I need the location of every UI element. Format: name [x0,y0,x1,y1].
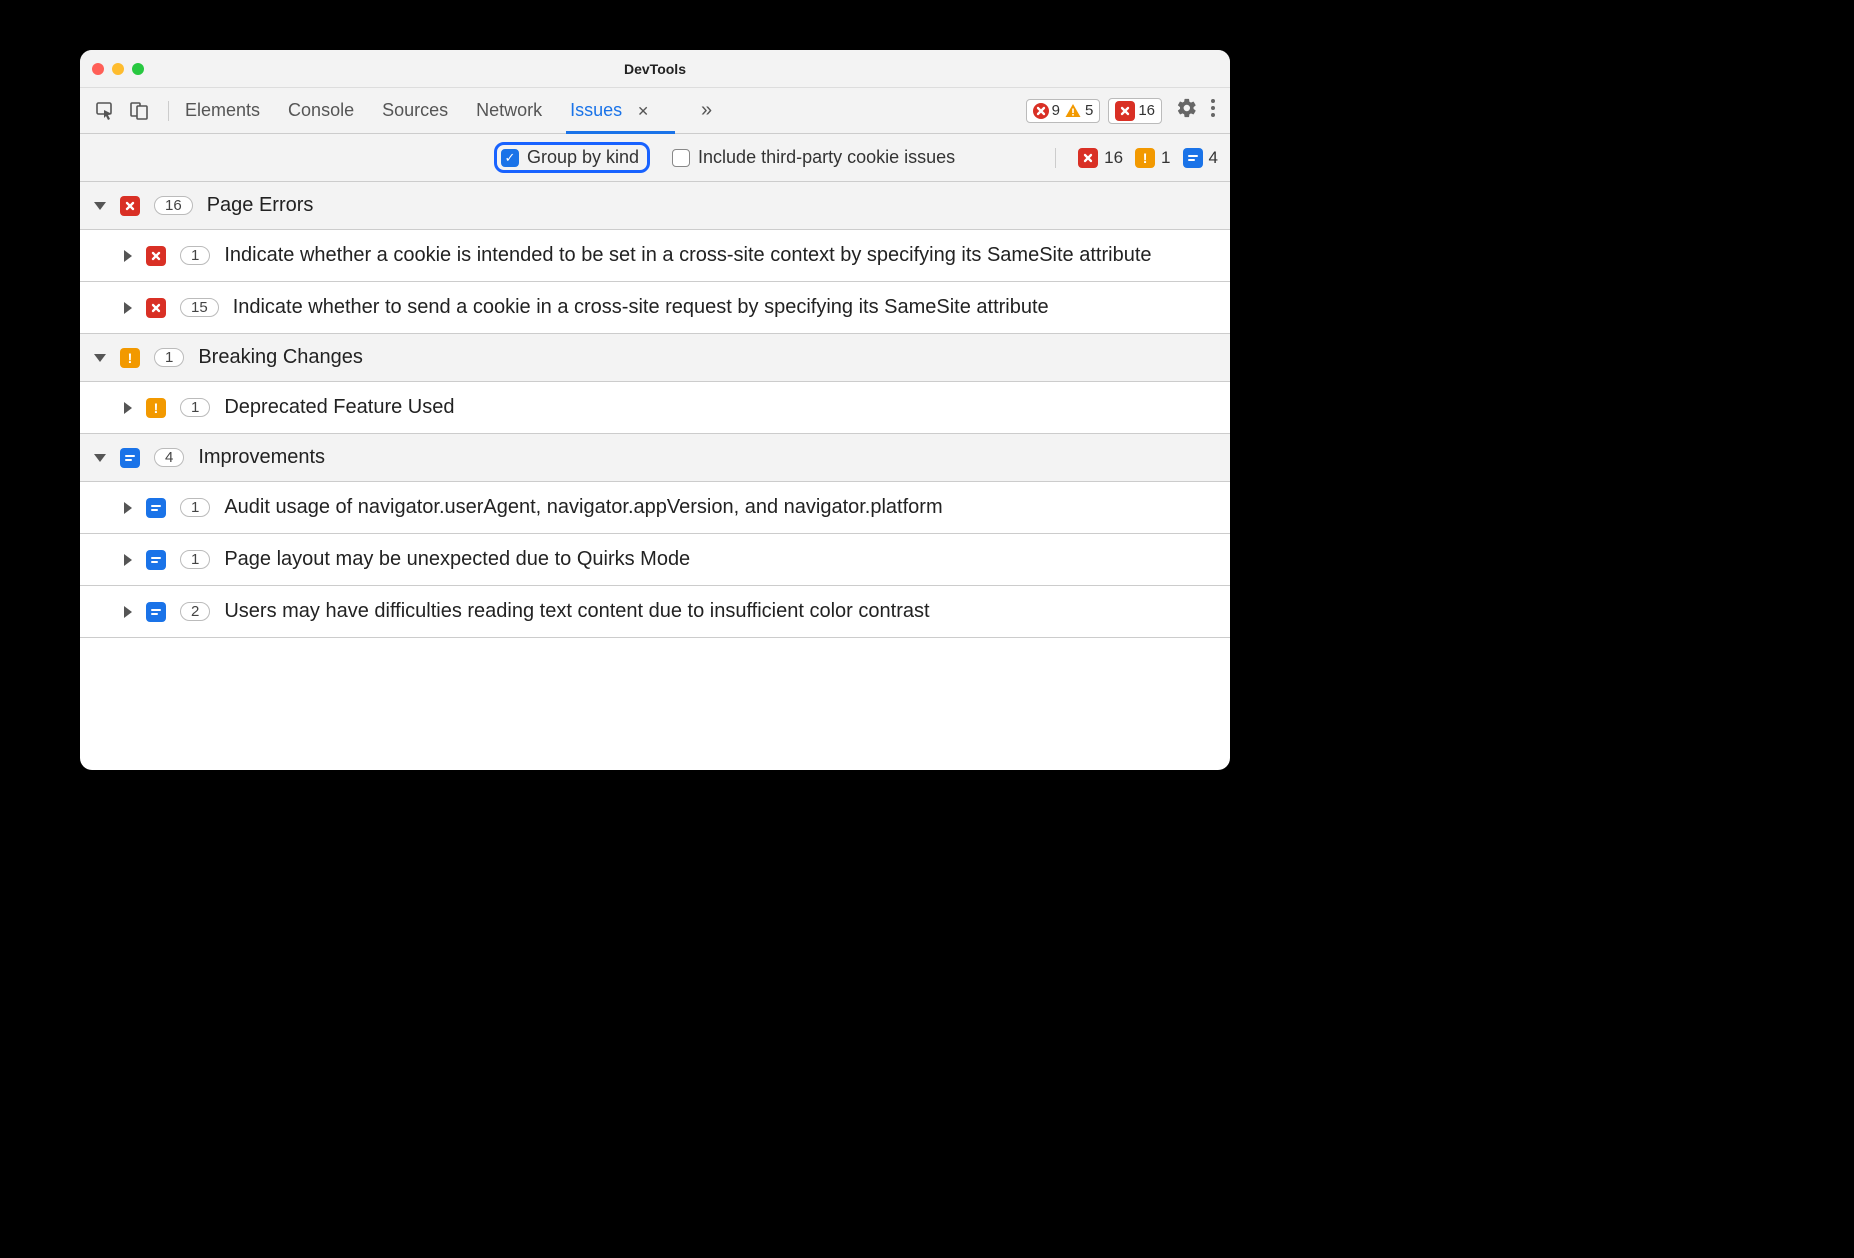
minimize-window-button[interactable] [112,63,124,75]
error-count: 9 [1052,102,1060,119]
warning-triangle-icon [1064,102,1082,120]
tab-sources[interactable]: Sources [382,90,448,131]
warning-chat-icon: ! [1135,148,1155,168]
expand-arrow-icon [124,302,132,314]
info-chat-icon [146,550,166,570]
issue-row[interactable]: 1 Page layout may be unexpected due to Q… [80,534,1230,586]
issue-row[interactable]: 15 Indicate whether to send a cookie in … [80,282,1230,334]
expand-arrow-icon [124,502,132,514]
more-tabs-icon[interactable]: » [701,99,708,122]
tab-console[interactable]: Console [288,90,354,131]
group-count: 4 [154,448,184,467]
console-status-badge[interactable]: 9 5 [1026,99,1101,123]
checkbox-checked-icon: ✓ [501,149,519,167]
filter-error-count[interactable]: 16 [1078,148,1123,168]
expand-arrow-icon [94,202,106,210]
group-title: Breaking Changes [198,346,363,369]
issues-count-badge[interactable]: 16 [1108,98,1162,124]
error-chat-icon [120,196,140,216]
error-chat-icon [146,298,166,318]
window-title: DevTools [80,61,1230,77]
expand-arrow-icon [124,606,132,618]
group-count: 1 [154,348,184,367]
expand-arrow-icon [124,554,132,566]
inspect-element-icon[interactable] [90,96,120,126]
issue-row[interactable]: 1 Audit usage of navigator.userAgent, na… [80,482,1230,534]
titlebar: DevTools [80,50,1230,88]
issue-count: 1 [180,398,210,417]
error-square-icon [1115,101,1135,121]
issue-text: Audit usage of navigator.userAgent, navi… [224,494,1216,521]
filter-warning-count[interactable]: ! 1 [1135,148,1170,168]
issue-count: 1 [180,498,210,517]
issue-count: 2 [180,602,210,621]
issues-filter-bar: ✓ Group by kind Include third-party cook… [80,134,1230,182]
group-header-breaking-changes[interactable]: ! 1 Breaking Changes [80,334,1230,382]
tab-elements[interactable]: Elements [185,90,260,131]
error-chat-icon [146,246,166,266]
issues-error-count: 16 [1138,102,1155,119]
close-tab-icon[interactable]: ✕ [637,103,649,119]
group-header-improvements[interactable]: 4 Improvements [80,434,1230,482]
warning-chat-icon: ! [146,398,166,418]
error-chat-icon [1078,148,1098,168]
more-options-icon[interactable] [1210,98,1216,123]
info-chat-icon [146,602,166,622]
settings-icon[interactable] [1176,97,1198,124]
tab-issues-label: Issues [570,100,622,120]
error-circle-icon [1033,103,1049,119]
group-by-kind-label: Group by kind [527,147,639,168]
include-third-party-label: Include third-party cookie issues [698,147,955,168]
group-count: 16 [154,196,193,215]
group-header-page-errors[interactable]: 16 Page Errors [80,182,1230,230]
panel-tabs: Elements Console Sources Network Issues … [185,90,708,131]
tab-issues[interactable]: Issues ✕ [570,90,649,131]
issue-row[interactable]: 1 Indicate whether a cookie is intended … [80,230,1230,282]
issue-count: 15 [180,298,219,317]
expand-arrow-icon [124,250,132,262]
issue-count: 1 [180,550,210,569]
expand-arrow-icon [94,354,106,362]
issue-row[interactable]: ! 1 Deprecated Feature Used [80,382,1230,434]
warning-chat-icon: ! [120,348,140,368]
info-chat-icon [120,448,140,468]
issue-text: Page layout may be unexpected due to Qui… [224,546,1216,573]
issue-text: Indicate whether to send a cookie in a c… [233,294,1216,321]
expand-arrow-icon [94,454,106,462]
info-chat-icon [1183,148,1203,168]
expand-arrow-icon [124,402,132,414]
checkbox-unchecked-icon [672,149,690,167]
info-chat-icon [146,498,166,518]
group-by-kind-checkbox[interactable]: ✓ Group by kind [494,142,650,173]
main-toolbar: Elements Console Sources Network Issues … [80,88,1230,134]
maximize-window-button[interactable] [132,63,144,75]
include-third-party-checkbox[interactable]: Include third-party cookie issues [668,145,963,170]
devtools-window: DevTools Elements Console Sources Networ… [80,50,1230,770]
tab-network[interactable]: Network [476,90,542,131]
issue-text: Users may have difficulties reading text… [224,598,1216,625]
group-title: Improvements [198,446,325,469]
filter-info-count[interactable]: 4 [1183,148,1218,168]
issue-count: 1 [180,246,210,265]
issues-list: 16 Page Errors 1 Indicate whether a cook… [80,182,1230,770]
issue-text: Deprecated Feature Used [224,394,1216,421]
warning-count: 5 [1085,102,1093,119]
separator [168,101,169,121]
group-title: Page Errors [207,194,314,217]
issue-row[interactable]: 2 Users may have difficulties reading te… [80,586,1230,638]
window-controls [92,63,144,75]
device-toggle-icon[interactable] [124,96,154,126]
close-window-button[interactable] [92,63,104,75]
separator [1055,148,1056,168]
issue-text: Indicate whether a cookie is intended to… [224,242,1216,269]
